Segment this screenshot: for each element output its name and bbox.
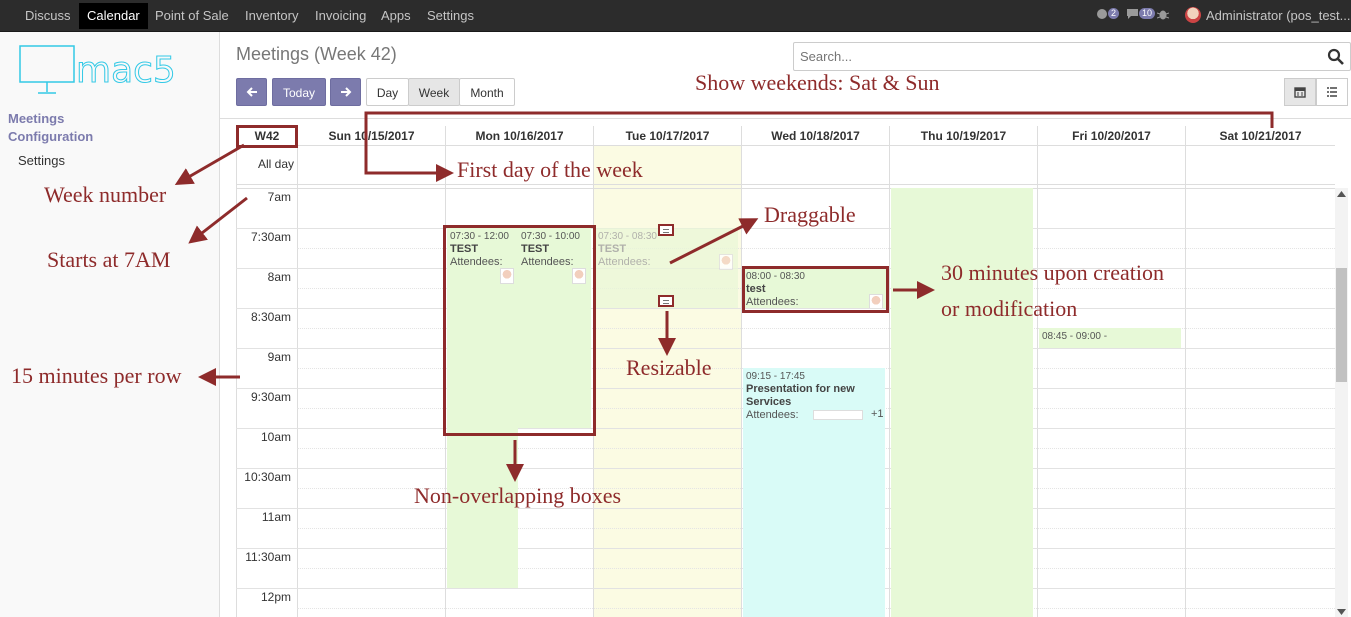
annotation-starts-7am: Starts at 7AM: [47, 247, 171, 272]
annotation-draggable: Draggable: [764, 202, 856, 227]
annotation-arrows: [174, 111, 1274, 482]
annotation-first-day: First day of the week: [457, 157, 643, 182]
annotation-modification: or modification: [941, 296, 1078, 321]
annotation-non-overlapping: Non-overlapping boxes: [414, 483, 622, 508]
annotation-fifteen-minutes: 15 minutes per row: [11, 363, 182, 388]
annotation-resizable: Resizable: [626, 355, 712, 380]
annotation-thirty-minutes: 30 minutes upon creation: [941, 260, 1165, 285]
annotation-week-number: Week number: [44, 182, 167, 207]
annotation-weekends: Show weekends: Sat & Sun: [695, 70, 940, 95]
